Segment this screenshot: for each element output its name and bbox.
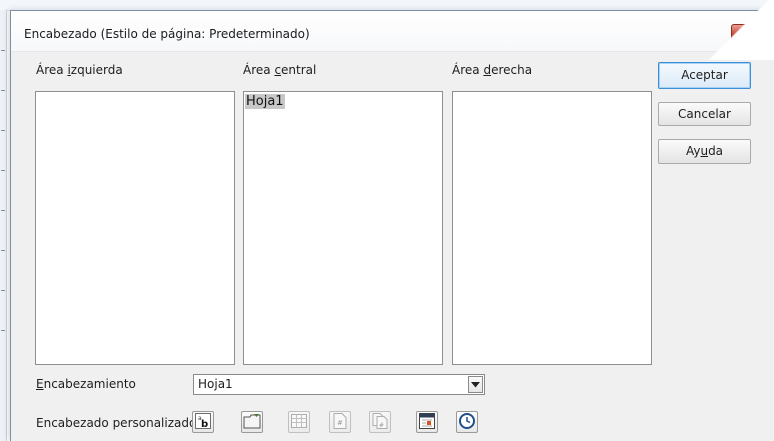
- background-row-marker: [1, 50, 5, 51]
- center-area-content: Hoja1: [245, 94, 285, 109]
- text-attributes-icon: a b: [195, 412, 211, 432]
- ok-button[interactable]: Aceptar: [658, 62, 751, 89]
- header-select-label: Encabezamiento: [36, 377, 136, 391]
- date-button[interactable]: [416, 411, 438, 433]
- window-shadow-edge: [705, 0, 774, 60]
- background-row-marker: [1, 130, 5, 131]
- custom-header-label: Encabezado personalizado: [36, 416, 197, 430]
- svg-text:#: #: [379, 422, 384, 429]
- left-area-textbox[interactable]: [35, 91, 235, 365]
- file-name-button[interactable]: [241, 411, 263, 433]
- file-name-icon: [243, 413, 261, 432]
- sheet-name-button[interactable]: [288, 411, 310, 433]
- header-select[interactable]: Hoja1: [193, 374, 485, 395]
- background-row-marker: [1, 250, 5, 251]
- chevron-down-icon[interactable]: [468, 376, 483, 393]
- page-number-button[interactable]: #: [329, 411, 351, 433]
- background-row-marker: [1, 90, 5, 91]
- svg-text:b: b: [201, 419, 208, 429]
- right-area-label: Área derecha: [452, 63, 533, 77]
- left-area-label: Área izquierda: [36, 63, 123, 77]
- cancel-button[interactable]: Cancelar: [658, 102, 751, 126]
- background-row-marker: [1, 330, 5, 331]
- header-dialog: Encabezado (Estilo de página: Predetermi…: [10, 10, 774, 441]
- help-button[interactable]: Ayuda: [658, 139, 751, 164]
- header-select-value: Hoja1: [198, 377, 233, 391]
- center-area-textbox[interactable]: Hoja1: [243, 91, 443, 365]
- background-window-edge: [0, 10, 7, 441]
- background-row-marker: [1, 210, 5, 211]
- page-number-icon: #: [333, 412, 347, 432]
- background-row-marker: [1, 290, 5, 291]
- page-count-button[interactable]: #: [369, 411, 391, 433]
- sheet-name-icon: [291, 413, 307, 431]
- dialog-title: Encabezado (Estilo de página: Predetermi…: [24, 27, 310, 41]
- center-area-label: Área central: [243, 63, 317, 77]
- svg-text:#: #: [337, 419, 343, 427]
- background-row-marker: [1, 170, 5, 171]
- right-area-textbox[interactable]: [452, 91, 652, 365]
- page-count-icon: #: [372, 412, 388, 432]
- time-button[interactable]: [456, 411, 478, 433]
- time-icon: [459, 412, 475, 432]
- text-attributes-button[interactable]: a b: [192, 411, 214, 433]
- dialog-titlebar: Encabezado (Estilo de página: Predetermi…: [11, 11, 774, 52]
- date-icon: [419, 412, 435, 432]
